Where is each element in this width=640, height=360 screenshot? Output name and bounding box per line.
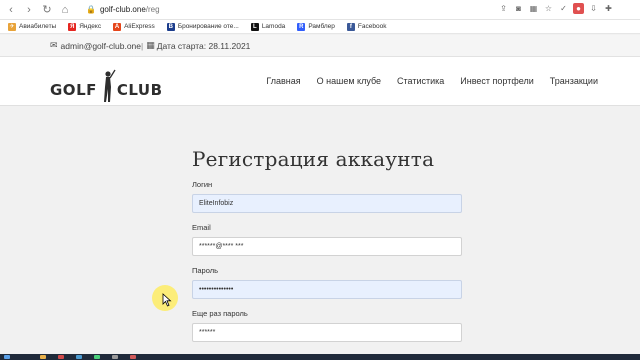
download-icon[interactable]: ⇩ <box>588 3 599 14</box>
camera-icon[interactable]: ◙ <box>513 3 524 14</box>
registration-section: Регистрация аккаунта Логин EliteInfobiz … <box>0 106 640 354</box>
menu-item-statistics[interactable]: Статистика <box>397 76 444 86</box>
bookmark-rambler[interactable]: R Рамблер <box>297 22 335 31</box>
password-confirm-value: ****** <box>199 329 216 336</box>
menu-item-transactions[interactable]: Транзакции <box>550 76 598 86</box>
password-label: Пароль <box>192 266 219 275</box>
menu-item-about[interactable]: О нашем клубе <box>317 76 381 86</box>
site-header: GOLF CLUB Главная О нашем клубе Статисти… <box>0 57 640 106</box>
bookmark-booking[interactable]: B Бронирование оте... <box>166 22 239 31</box>
email-label: Email <box>192 223 211 232</box>
puzzle-icon[interactable]: ✚ <box>603 3 614 14</box>
address-bar[interactable]: 🔒 golf-club.one /reg <box>86 3 160 17</box>
bookmark-yandex[interactable]: Я Яндекс <box>68 22 102 31</box>
password-confirm-label: Еще раз пароль <box>192 309 248 318</box>
menu-item-home[interactable]: Главная <box>266 76 300 86</box>
bookmark-label: Lamoda <box>261 23 286 30</box>
bookmark-label: Facebook <box>357 23 387 30</box>
os-taskbar <box>0 354 640 360</box>
main-menu: Главная О нашем клубе Статистика Инвест … <box>266 76 598 86</box>
extensions-area: ⇪ ◙ ▦ ☆ ✓ ● ⇩ ✚ <box>498 3 614 14</box>
page-title: Регистрация аккаунта <box>192 147 435 171</box>
bookmark-aviabilety[interactable]: ✈ Авиабилеты <box>8 22 57 31</box>
password-value: •••••••••••••• <box>199 286 234 293</box>
facebook-icon: f <box>346 22 355 31</box>
menu-item-portfolios[interactable]: Инвест портфели <box>460 76 533 86</box>
taskbar-app-icon[interactable] <box>112 355 118 359</box>
url-host: golf-club.one <box>99 5 146 14</box>
browser-toolbar: ‹ › ↻ ⌂ 🔒 golf-club.one /reg ⇪ ◙ ▦ ☆ ✓ ●… <box>0 0 640 20</box>
login-input[interactable]: EliteInfobiz <box>192 194 462 213</box>
divider: | <box>141 40 144 51</box>
bookmark-facebook[interactable]: f Facebook <box>346 22 387 31</box>
taskbar-app-icon[interactable] <box>40 355 46 359</box>
login-value: EliteInfobiz <box>199 200 234 207</box>
contact-email[interactable]: admin@golf-club.one <box>61 41 141 51</box>
golfer-icon <box>103 69 116 102</box>
taskbar-app-icon[interactable] <box>76 355 82 359</box>
login-label: Логин <box>192 180 213 189</box>
taskbar-app-icon[interactable] <box>94 355 100 359</box>
mouse-pointer-icon <box>162 293 172 307</box>
reload-icon[interactable]: ↻ <box>40 3 54 17</box>
forward-icon[interactable]: › <box>22 3 36 17</box>
taskbar-app-icon[interactable] <box>130 355 136 359</box>
bookmark-label: Авиабилеты <box>19 23 57 30</box>
extension-red-icon[interactable]: ● <box>573 3 584 14</box>
email-value: ******@**** *** <box>199 243 244 250</box>
bookmark-lamoda[interactable]: L Lamoda <box>250 22 286 31</box>
site-info-bar: ✉ admin@golf-club.one | ▦ Дата старта: 2… <box>0 35 640 57</box>
bookmark-label: Бронирование оте... <box>177 23 239 30</box>
bookmark-label: Яндекс <box>79 23 102 30</box>
bookmark-label: Рамблер <box>308 23 335 30</box>
lamoda-icon: L <box>250 22 259 31</box>
taskbar-app-icon[interactable] <box>58 355 64 359</box>
url-path: /reg <box>145 5 160 14</box>
password-confirm-input[interactable]: ****** <box>192 323 462 342</box>
logo-text-left: GOLF <box>50 81 97 99</box>
bookmark-label: AliExpress <box>124 23 155 30</box>
booking-icon: B <box>166 22 175 31</box>
aliexpress-icon: A <box>113 22 122 31</box>
calendar-icon: ▦ <box>146 40 155 50</box>
check-icon[interactable]: ✓ <box>558 3 569 14</box>
password-input[interactable]: •••••••••••••• <box>192 280 462 299</box>
bookmark-aliexpress[interactable]: A AliExpress <box>113 22 155 31</box>
lock-icon: 🔒 <box>86 5 96 14</box>
email-input[interactable]: ******@**** *** <box>192 237 462 256</box>
home-icon[interactable]: ⌂ <box>58 3 72 17</box>
envelope-icon: ✉ <box>50 40 58 50</box>
start-icon[interactable] <box>4 355 10 359</box>
share-icon[interactable]: ⇪ <box>498 3 509 14</box>
logo-text-right: CLUB <box>116 81 163 99</box>
star-icon[interactable]: ☆ <box>543 3 554 14</box>
yandex-icon: Я <box>68 22 77 31</box>
start-date: Дата старта: 28.11.2021 <box>156 40 251 51</box>
plane-icon: ✈ <box>8 22 16 31</box>
site-logo[interactable]: GOLF CLUB <box>50 69 163 107</box>
back-icon[interactable]: ‹ <box>4 3 18 17</box>
bookmarks-bar: ✈ Авиабилеты Я Яндекс A AliExpress B Бро… <box>0 20 640 34</box>
grid-icon[interactable]: ▦ <box>528 3 539 14</box>
rambler-icon: R <box>297 22 306 31</box>
